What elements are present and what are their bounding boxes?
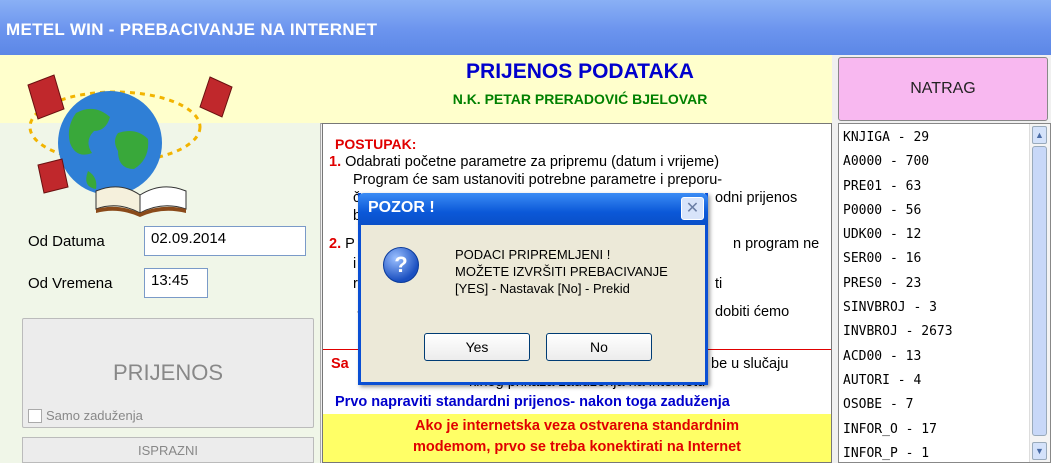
page-title: PRIJENOS PODATAKA bbox=[466, 60, 694, 83]
list-item[interactable]: KNJIGA - 29 bbox=[843, 126, 953, 150]
dialog-message: PODACI PRIPREMLJENI ! MOŽETE IZVRŠITI PR… bbox=[455, 246, 668, 297]
window-titlebar: METEL WIN - PREBACIVANJE NA INTERNET bbox=[0, 0, 1051, 55]
modem-note-line: modemom, prvo se treba konektirati na In… bbox=[413, 439, 741, 455]
instruction-line: odni prijenos bbox=[715, 190, 798, 206]
dialog-title: POZOR ! bbox=[368, 199, 435, 216]
list-item[interactable]: INVBROJ - 2673 bbox=[843, 320, 953, 344]
od-datuma-label: Od Datuma bbox=[28, 233, 105, 250]
close-icon[interactable]: ✕ bbox=[681, 197, 704, 220]
pozor-dialog: POZOR ! ✕ ? PODACI PRIPREMLJENI ! MOŽETE… bbox=[358, 193, 708, 385]
no-button[interactable]: No bbox=[546, 333, 652, 361]
scrollbar-thumb[interactable] bbox=[1032, 146, 1047, 436]
isprazni-button[interactable]: ISPRAZNI bbox=[22, 437, 314, 463]
list-item[interactable]: A0000 - 700 bbox=[843, 150, 953, 174]
list-item[interactable]: UDK00 - 12 bbox=[843, 223, 953, 247]
list-item[interactable]: OSOBE - 7 bbox=[843, 393, 953, 417]
modem-note: Ako je internetska veza ostvarena standa… bbox=[323, 414, 831, 462]
tables-list: KNJIGA - 29 A0000 - 700 PRE01 - 63 P0000… bbox=[843, 126, 953, 462]
page-subtitle: N.K. PETAR PRERADOVIĆ BJELOVAR bbox=[452, 91, 708, 107]
scroll-up-arrow-icon[interactable]: ▲ bbox=[1032, 126, 1047, 144]
samo-zaduzenja-checkbox[interactable]: Samo zaduženja bbox=[28, 408, 143, 423]
list-scrollbar[interactable]: ▲ ▼ bbox=[1029, 124, 1050, 462]
instruction-line: Odabrati početne parametre za pripremu (… bbox=[345, 154, 720, 170]
step-number-1: 1. bbox=[329, 154, 342, 170]
warning-text: Sa bbox=[331, 356, 349, 372]
instruction-line: i bbox=[353, 256, 357, 272]
instruction-line: P bbox=[345, 236, 355, 252]
list-item[interactable]: P0000 - 56 bbox=[843, 199, 953, 223]
window-title: METEL WIN - PREBACIVANJE NA INTERNET bbox=[6, 20, 378, 39]
instruction-line: dobiti ćemo bbox=[715, 304, 790, 320]
samo-zaduzenja-label: Samo zaduženja bbox=[46, 408, 143, 423]
instructions-title: POSTUPAK: bbox=[335, 136, 417, 152]
instruction-line: ti bbox=[715, 276, 723, 292]
dialog-message-line: [YES] - Nastavak [No] - Prekid bbox=[455, 281, 630, 296]
list-item[interactable]: SINVBROJ - 3 bbox=[843, 296, 953, 320]
list-item[interactable]: INFOR_P - 1 bbox=[843, 442, 953, 462]
list-item[interactable]: ACD00 - 13 bbox=[843, 345, 953, 369]
step-number-2: 2. bbox=[329, 236, 342, 252]
yes-button[interactable]: Yes bbox=[424, 333, 530, 361]
modem-note-line: Ako je internetska veza ostvarena standa… bbox=[415, 418, 739, 434]
checkbox-box[interactable] bbox=[28, 408, 42, 423]
list-item[interactable]: AUTORI - 4 bbox=[843, 369, 953, 393]
warning-text: be u slučaju bbox=[711, 356, 789, 372]
scroll-down-arrow-icon[interactable]: ▼ bbox=[1032, 442, 1047, 460]
dialog-titlebar: POZOR ! ✕ bbox=[358, 193, 708, 225]
list-item[interactable]: INFOR_O - 17 bbox=[843, 418, 953, 442]
dialog-message-line: PODACI PRIPREMLJENI ! bbox=[455, 247, 611, 262]
question-icon: ? bbox=[383, 247, 419, 283]
dialog-message-line: MOŽETE IZVRŠITI PREBACIVANJE bbox=[455, 264, 668, 279]
od-datuma-field[interactable]: 02.09.2014 bbox=[144, 226, 306, 256]
list-item[interactable]: PRES0 - 23 bbox=[843, 272, 953, 296]
tables-listbox[interactable]: KNJIGA - 29 A0000 - 700 PRE01 - 63 P0000… bbox=[838, 123, 1051, 463]
od-vremena-label: Od Vremena bbox=[28, 275, 113, 292]
od-vremena-field[interactable]: 13:45 bbox=[144, 268, 208, 298]
list-item[interactable]: PRE01 - 63 bbox=[843, 175, 953, 199]
instruction-line: n program ne bbox=[733, 236, 820, 252]
instruction-line: Program će sam ustanoviti potrebne param… bbox=[353, 172, 723, 188]
list-item[interactable]: SER00 - 16 bbox=[843, 247, 953, 271]
blue-note: Prvo napraviti standardni prijenos- nako… bbox=[335, 394, 730, 410]
back-button[interactable]: NATRAG bbox=[838, 57, 1048, 121]
